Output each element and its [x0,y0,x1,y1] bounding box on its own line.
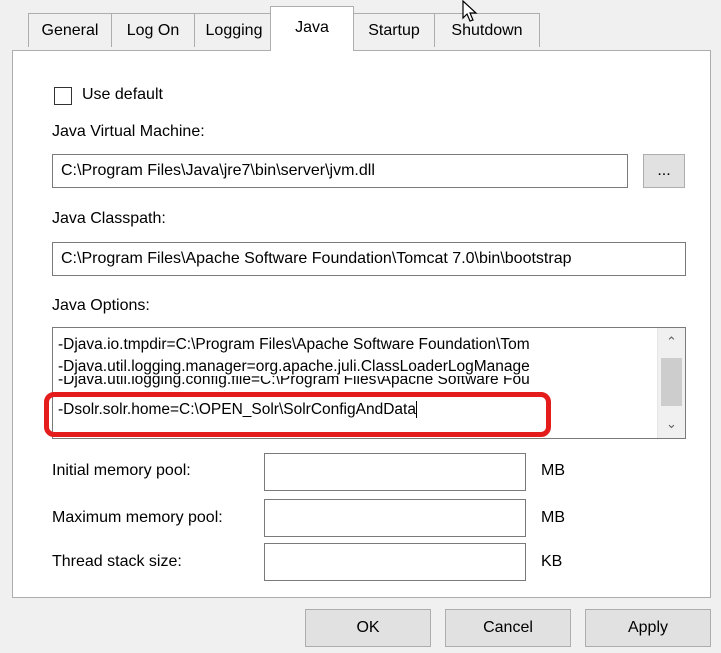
tab-java-label: Java [295,19,329,36]
apply-button[interactable]: Apply [585,609,711,647]
maximum-memory-unit: MB [541,509,565,526]
tab-startup-label: Startup [368,21,420,39]
classpath-input[interactable]: C:\Program Files\Apache Software Foundat… [52,242,686,276]
tab-general-label: General [41,21,99,39]
jvm-path-value: C:\Program Files\Java\jre7\bin\server\jv… [61,162,375,179]
initial-memory-unit: MB [541,462,565,479]
tab-general[interactable]: General [28,13,112,47]
classpath-label: Java Classpath: [52,210,166,227]
ok-button-label: OK [356,619,380,636]
thread-stack-unit: KB [541,553,563,570]
tab-logging-label: Logging [205,21,263,39]
cancel-button-label: Cancel [483,619,533,636]
tab-log-on[interactable]: Log On [111,13,195,47]
tab-java[interactable]: Java [270,6,354,51]
tab-logging[interactable]: Logging [194,13,274,47]
browse-jvm-button[interactable]: ... [643,154,685,188]
scrollbar-thumb[interactable] [661,358,682,406]
java-options-label: Java Options: [52,297,150,314]
mouse-pointer-icon [462,0,478,22]
scroll-up-icon[interactable]: ⌃ [658,328,685,356]
java-options-textarea[interactable]: -Djava.io.tmpdir=C:\Program Files\Apache… [52,327,686,439]
use-default-label: Use default [82,86,163,103]
initial-memory-label: Initial memory pool: [52,462,191,479]
initial-memory-input[interactable] [264,453,526,491]
ok-button[interactable]: OK [305,609,431,647]
java-option-line: -Djava.io.tmpdir=C:\Program Files\Apache… [58,336,530,353]
jvm-path-input[interactable]: C:\Program Files\Java\jre7\bin\server\jv… [52,154,628,188]
tab-strip: General Log On Logging Java Startup Shut… [0,0,721,51]
maximum-memory-label: Maximum memory pool: [52,509,223,526]
thread-stack-input[interactable] [264,543,526,581]
jvm-label: Java Virtual Machine: [52,123,205,140]
text-caret [415,401,417,419]
use-default-checkbox[interactable] [54,87,72,105]
classpath-value: C:\Program Files\Apache Software Foundat… [61,250,572,267]
tab-startup[interactable]: Startup [353,13,435,47]
tab-log-on-label: Log On [126,21,180,39]
maximum-memory-input[interactable] [264,499,526,537]
java-option-line: -Djava.util.logging.manager=org.apache.j… [58,358,530,375]
apply-button-label: Apply [627,619,669,636]
java-option-line-text: -Dsolr.solr.home=C:\OPEN_Solr\SolrConfig… [58,401,416,418]
tab-shutdown[interactable]: Shutdown [434,13,540,47]
scroll-down-icon[interactable]: ⌄ [658,410,685,438]
java-option-line-text: -Djava.util.logging.config.file=C:\Progr… [58,376,530,388]
java-option-line: -Djava.util.logging.config.file=C:\Progr… [58,376,530,390]
java-option-line: -Dsolr.solr.home=C:\OPEN_Solr\SolrConfig… [58,400,417,420]
thread-stack-label: Thread stack size: [52,553,182,570]
tab-shutdown-label: Shutdown [451,21,523,39]
cancel-button[interactable]: Cancel [445,609,571,647]
java-options-scrollbar[interactable]: ⌃ ⌄ [657,328,685,438]
browse-jvm-label: ... [657,162,671,179]
